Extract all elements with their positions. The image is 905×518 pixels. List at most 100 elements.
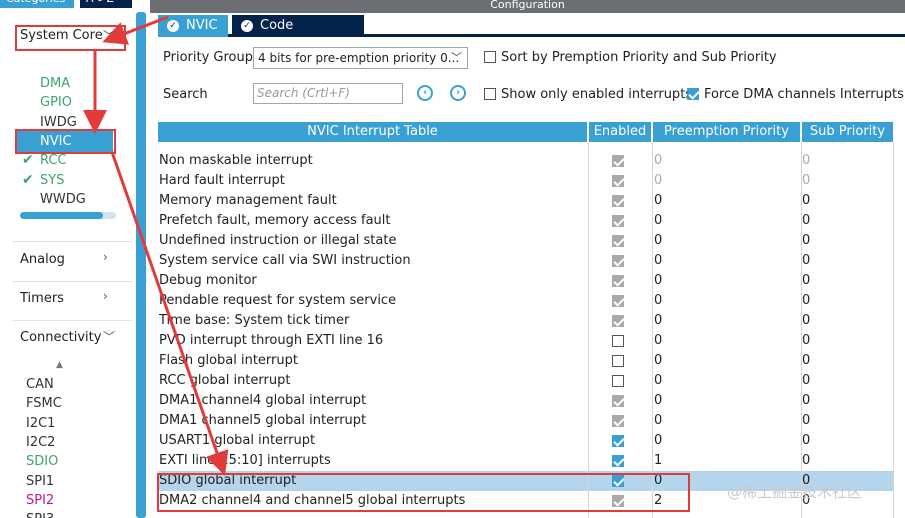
preemption-priority-cell[interactable]: 0	[654, 411, 799, 431]
search-input[interactable]: Search (Crtl+F)	[253, 83, 403, 104]
preemption-priority-cell[interactable]: 0	[654, 371, 799, 391]
table-row[interactable]: Memory management fault 0 0	[158, 191, 893, 211]
sub-priority-cell[interactable]: 0	[802, 411, 892, 431]
chevron-right-icon[interactable]: ›	[103, 289, 108, 303]
enabled-checkbox[interactable]	[612, 455, 624, 467]
sort-priority-checkbox[interactable]	[484, 51, 496, 63]
enabled-checkbox[interactable]	[612, 295, 624, 307]
enabled-checkbox[interactable]	[612, 375, 624, 387]
sub-priority-cell[interactable]: 0	[802, 211, 892, 231]
sidebar-item-spi2[interactable]: SPI2	[26, 493, 54, 508]
sub-priority-cell[interactable]: 0	[802, 151, 892, 171]
search-next-icon[interactable]: ›	[450, 85, 466, 101]
table-row[interactable]: EXTI line[15:10] interrupts 1 0	[158, 451, 893, 471]
enabled-checkbox[interactable]	[612, 395, 624, 407]
sub-priority-cell[interactable]: 0	[802, 291, 892, 311]
enabled-checkbox[interactable]	[612, 255, 624, 267]
preemption-priority-cell[interactable]: 0	[654, 331, 799, 351]
table-row[interactable]: RCC global interrupt 0 0	[158, 371, 893, 391]
col-header-sub-priority[interactable]: Sub Priority	[802, 122, 893, 142]
preemption-priority-cell[interactable]: 0	[654, 231, 799, 251]
sidebar-item-sdio[interactable]: SDIO	[26, 454, 58, 469]
col-header-interrupt[interactable]: NVIC Interrupt Table	[158, 122, 587, 142]
enabled-checkbox[interactable]	[612, 195, 624, 207]
sidebar-item-dma[interactable]: DMA	[40, 76, 70, 91]
tab-a-z[interactable]: A->Z	[80, 0, 132, 8]
enabled-checkbox[interactable]	[612, 275, 624, 287]
table-row[interactable]: Hard fault interrupt 0 0	[158, 171, 893, 191]
section-analog[interactable]: Analog	[20, 252, 65, 267]
sidebar-item-spi3[interactable]: SPI3	[26, 512, 54, 518]
tab-code-generation[interactable]: ✓ Code generation	[232, 15, 364, 55]
sidebar-item-rcc[interactable]: RCC	[40, 153, 67, 168]
sidebar-item-iwdg[interactable]: IWDG	[40, 115, 77, 130]
preemption-priority-cell[interactable]: 0	[654, 271, 799, 291]
sub-priority-cell[interactable]: 0	[802, 331, 892, 351]
sub-priority-cell[interactable]: 0	[802, 451, 892, 471]
table-row[interactable]: DMA1 channel5 global interrupt 0 0	[158, 411, 893, 431]
sub-priority-cell[interactable]: 0	[802, 191, 892, 211]
table-row[interactable]: PVD interrupt through EXTI line 16 0 0	[158, 331, 893, 351]
sub-priority-cell[interactable]: 0	[802, 351, 892, 371]
sub-priority-cell[interactable]: 0	[802, 271, 892, 291]
enabled-checkbox[interactable]	[612, 175, 624, 187]
scroll-progress[interactable]	[20, 212, 116, 219]
sort-arrows-icon[interactable]: ▲	[56, 360, 63, 370]
section-connectivity[interactable]: Connectivity	[20, 330, 101, 345]
sidebar-item-can[interactable]: CAN	[26, 377, 54, 392]
table-row[interactable]: DMA1 channel4 global interrupt 0 0	[158, 391, 893, 411]
enabled-checkbox[interactable]	[612, 335, 624, 347]
preemption-priority-cell[interactable]: 0	[654, 311, 799, 331]
chevron-right-icon[interactable]: ›	[103, 250, 108, 264]
sub-priority-cell[interactable]: 0	[802, 251, 892, 271]
table-row[interactable]: Prefetch fault, memory access fault 0 0	[158, 211, 893, 231]
sub-priority-cell[interactable]: 0	[802, 431, 892, 451]
sidebar-item-spi1[interactable]: SPI1	[26, 474, 54, 489]
force-dma-checkbox[interactable]	[687, 88, 699, 100]
sub-priority-cell[interactable]: 0	[802, 391, 892, 411]
sidebar-item-sys[interactable]: SYS	[40, 173, 64, 188]
sidebar-item-fsmc[interactable]: FSMC	[26, 396, 62, 411]
preemption-priority-cell[interactable]: 0	[654, 251, 799, 271]
enabled-checkbox[interactable]	[612, 215, 624, 227]
search-prev-icon[interactable]: ‹	[417, 85, 433, 101]
sub-priority-cell[interactable]: 0	[802, 231, 892, 251]
table-row[interactable]: Time base: System tick timer 0 0	[158, 311, 893, 331]
preemption-priority-cell[interactable]: 0	[654, 431, 799, 451]
enabled-checkbox[interactable]	[612, 435, 624, 447]
table-row[interactable]: Pendable request for system service 0 0	[158, 291, 893, 311]
left-scrollbar[interactable]	[136, 12, 146, 518]
table-row[interactable]: Flash global interrupt 0 0	[158, 351, 893, 371]
sidebar-item-i2c2[interactable]: I2C2	[26, 435, 55, 450]
enabled-checkbox[interactable]	[612, 235, 624, 247]
preemption-priority-cell[interactable]: 1	[654, 451, 799, 471]
preemption-priority-cell[interactable]: 0	[654, 391, 799, 411]
priority-group-select[interactable]: 4 bits for pre-emption priority 0... ﹀	[253, 47, 468, 69]
sidebar-item-gpio[interactable]: GPIO	[40, 95, 72, 110]
preemption-priority-cell[interactable]: 0	[654, 171, 799, 191]
sidebar-item-wwdg[interactable]: WWDG	[40, 192, 86, 207]
preemption-priority-cell[interactable]: 0	[654, 151, 799, 171]
table-row[interactable]: USART1 global interrupt 0 0	[158, 431, 893, 451]
section-timers[interactable]: Timers	[20, 291, 64, 306]
table-row[interactable]: System service call via SWI instruction 0…	[158, 251, 893, 271]
table-row[interactable]: Non maskable interrupt 0 0	[158, 151, 893, 171]
sub-priority-cell[interactable]: 0	[802, 311, 892, 331]
enabled-checkbox[interactable]	[612, 355, 624, 367]
col-header-preemption[interactable]: Preemption Priority	[653, 122, 800, 142]
enabled-checkbox[interactable]	[612, 155, 624, 167]
table-row[interactable]: Debug monitor 0 0	[158, 271, 893, 291]
tab-categories[interactable]: Categories	[0, 0, 74, 8]
show-enabled-checkbox[interactable]	[484, 88, 496, 100]
enabled-checkbox[interactable]	[612, 415, 624, 427]
sub-priority-cell[interactable]: 0	[802, 171, 892, 191]
preemption-priority-cell[interactable]: 0	[654, 351, 799, 371]
enabled-checkbox[interactable]	[612, 315, 624, 327]
preemption-priority-cell[interactable]: 0	[654, 211, 799, 231]
sub-priority-cell[interactable]: 0	[802, 371, 892, 391]
chevron-down-icon[interactable]: ﹀	[103, 328, 115, 345]
tab-nvic[interactable]: ✓ NVIC	[158, 15, 228, 37]
col-header-enabled[interactable]: Enabled	[589, 122, 651, 142]
sidebar-item-i2c1[interactable]: I2C1	[26, 416, 55, 431]
preemption-priority-cell[interactable]: 0	[654, 291, 799, 311]
